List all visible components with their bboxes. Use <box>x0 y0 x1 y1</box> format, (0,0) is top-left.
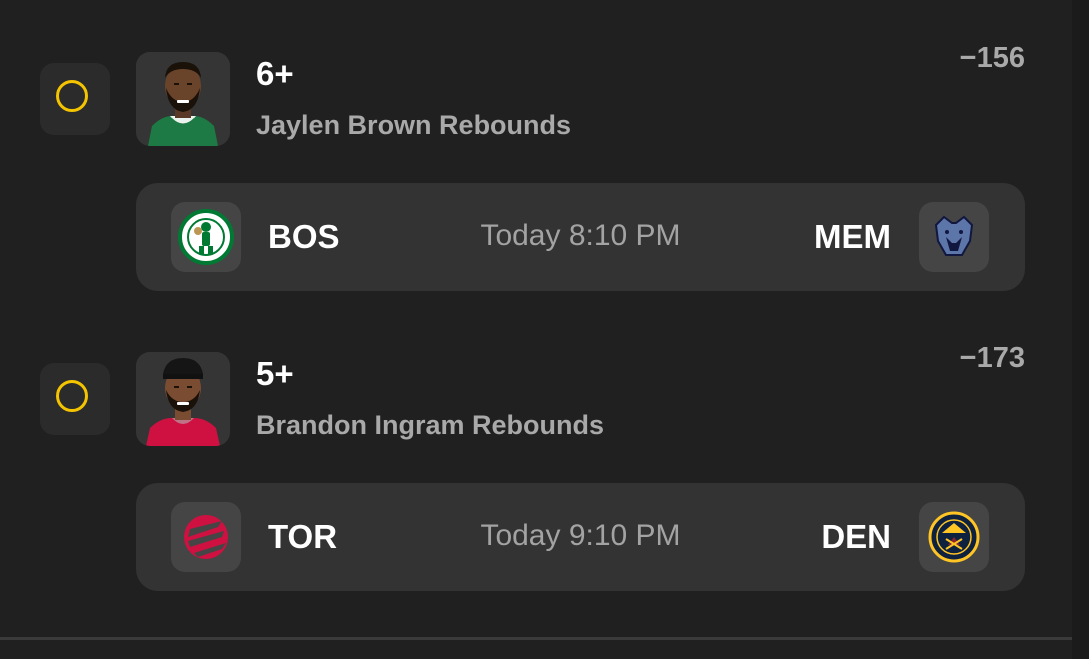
game-card[interactable]: TOR Today 9:10 PM DEN <box>136 483 1025 591</box>
player-avatar <box>136 52 230 146</box>
away-team-logo <box>919 202 989 272</box>
home-team-abbr: TOR <box>268 518 338 555</box>
raptors-logo-icon <box>184 515 228 559</box>
prop-list: 6+ Jaylen Brown Rebounds −156 BOS Today … <box>0 0 1089 659</box>
prop-odds: −173 <box>959 342 1025 374</box>
radio-circle-icon[interactable] <box>56 380 88 412</box>
game-time: Today 9:10 PM <box>480 519 681 552</box>
prop-line: 6+ <box>256 55 294 92</box>
prop-line: 5+ <box>256 355 294 392</box>
player-avatar <box>136 352 230 446</box>
select-toggle[interactable] <box>40 363 110 435</box>
away-team-abbr: DEN <box>821 518 891 555</box>
prop-description: Jaylen Brown Rebounds <box>256 110 572 140</box>
away-team-logo <box>919 502 989 572</box>
home-team-logo <box>171 502 241 572</box>
list-divider <box>0 637 1072 640</box>
home-team-logo <box>171 202 241 272</box>
game-card[interactable]: BOS Today 8:10 PM MEM <box>136 183 1025 291</box>
select-toggle[interactable] <box>40 63 110 135</box>
prop-row[interactable]: 5+ Brandon Ingram Rebounds −173 TOR Toda… <box>0 300 1089 600</box>
away-team-abbr: MEM <box>814 218 891 255</box>
game-time: Today 8:10 PM <box>480 219 681 252</box>
prop-odds: −156 <box>959 42 1025 74</box>
scrollbar-track[interactable] <box>1072 0 1089 659</box>
nuggets-logo-icon <box>928 511 980 563</box>
home-team-abbr: BOS <box>268 218 340 255</box>
grizzlies-logo-icon <box>934 215 974 256</box>
radio-circle-icon[interactable] <box>56 80 88 112</box>
celtics-logo-icon <box>178 209 234 265</box>
prop-description: Brandon Ingram Rebounds <box>256 410 605 440</box>
prop-row[interactable]: 6+ Jaylen Brown Rebounds −156 BOS Today … <box>0 0 1089 300</box>
